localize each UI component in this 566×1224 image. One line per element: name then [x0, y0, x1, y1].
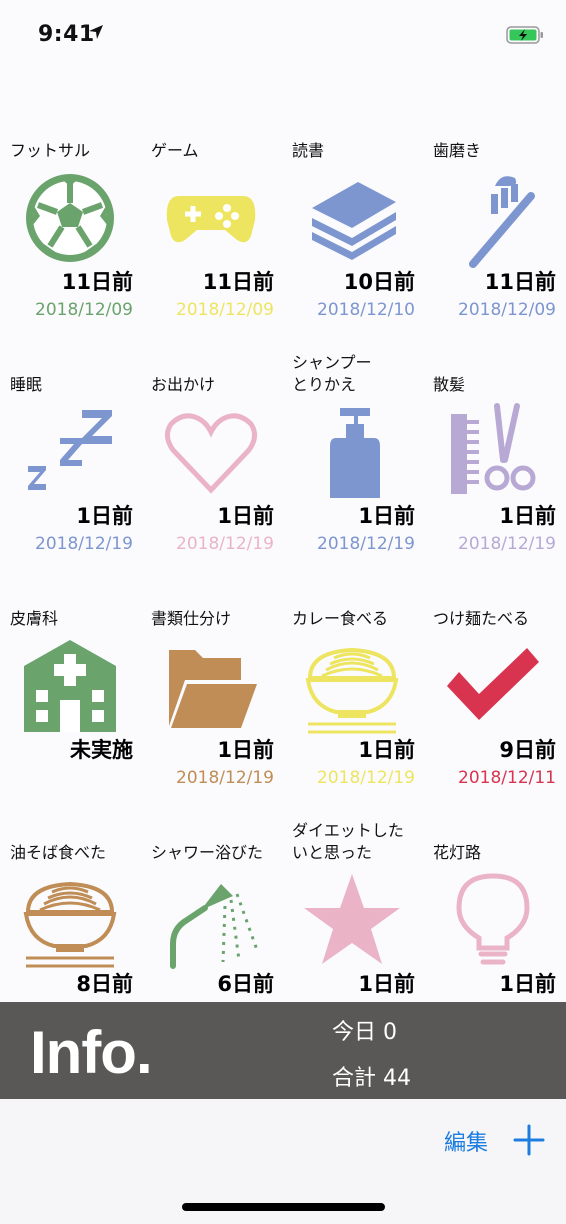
soccer-ball-icon: [20, 168, 120, 268]
activity-card[interactable]: ゲーム 11日前 2018/12/09: [141, 130, 282, 364]
status-bar: 9:41: [0, 0, 566, 70]
last-date: 2018/12/09: [458, 300, 556, 320]
days-since: 11日前: [61, 270, 133, 294]
last-date: 2018/12/19: [458, 534, 556, 554]
activity-card[interactable]: フットサル 11日前 2018/12/09: [0, 130, 141, 364]
today-count: 今日 0: [332, 1020, 397, 1045]
activity-title: 読書: [292, 141, 325, 160]
activity-title: 花灯路: [433, 843, 482, 862]
days-since: 1日前: [358, 972, 415, 996]
activity-title: 散髪: [433, 375, 466, 394]
days-since: 1日前: [499, 972, 556, 996]
activity-title: 皮膚科: [10, 609, 59, 628]
gamepad-icon: [161, 168, 261, 268]
noodle-bowl-icon: [20, 870, 120, 970]
star-icon: [302, 870, 402, 970]
info-title: Info.: [30, 1019, 153, 1086]
lightbulb-icon: [443, 870, 543, 970]
days-since: 11日前: [202, 270, 274, 294]
zzz-icon: [20, 402, 120, 502]
activity-card[interactable]: 皮膚科未実施: [0, 598, 141, 832]
activity-card[interactable]: お出かけ 1日前 2018/12/19: [141, 364, 282, 598]
days-since: 9日前: [499, 738, 556, 762]
activity-card[interactable]: シャンプー とりかえ 1日前 2018/12/19: [282, 353, 423, 598]
days-since: 1日前: [217, 504, 274, 528]
days-since: 10日前: [343, 270, 415, 294]
last-date: 2018/12/19: [176, 768, 274, 788]
activity-title: ダイエットした いと思った: [292, 821, 404, 862]
comb-scissors-icon: [443, 402, 543, 502]
books-icon: [302, 168, 402, 268]
days-since: 1日前: [217, 738, 274, 762]
activity-title: シャンプー とりかえ: [292, 353, 372, 394]
checkmark-icon: [443, 636, 543, 736]
toothbrush-icon: [443, 168, 543, 268]
shower-icon: [161, 870, 261, 970]
days-since: 11日前: [484, 270, 556, 294]
bottom-toolbar: 編集: [0, 1099, 566, 1224]
pump-bottle-icon: [302, 402, 402, 502]
last-date: 2018/12/10: [317, 300, 415, 320]
activity-card[interactable]: 歯磨き 11日前 2018/12/09: [423, 130, 564, 364]
activity-title: 睡眠: [10, 375, 43, 394]
last-date: 2018/12/19: [35, 534, 133, 554]
last-date: 2018/12/09: [176, 300, 274, 320]
days-since: 1日前: [499, 504, 556, 528]
activity-title: フットサル: [10, 141, 91, 160]
hospital-icon: [20, 636, 120, 736]
days-since: 6日前: [217, 972, 274, 996]
activity-card[interactable]: つけ麺たべる 9日前 2018/12/11: [423, 598, 564, 832]
activity-card[interactable]: 散髪 1日前 2018/12/19: [423, 364, 564, 598]
activity-title: シャワー浴びた: [151, 843, 264, 862]
activity-title: つけ麺たべる: [433, 609, 530, 628]
last-date: 2018/12/11: [458, 768, 556, 788]
noodle-bowl-icon: [302, 636, 402, 736]
activity-title: カレー食べる: [292, 609, 389, 628]
heart-icon: [161, 402, 261, 502]
folder-icon: [161, 636, 261, 736]
status-time: 9:41: [38, 22, 95, 47]
info-bar: Info. 今日 0 合計 44: [0, 1002, 566, 1099]
last-date: 2018/12/19: [317, 768, 415, 788]
activity-title: 油そば食べた: [10, 843, 107, 862]
days-since: 1日前: [358, 738, 415, 762]
days-since: 1日前: [358, 504, 415, 528]
days-since: 未実施: [70, 738, 133, 762]
home-indicator: [182, 1203, 385, 1211]
activity-title: 書類仕分け: [151, 609, 232, 628]
activity-card[interactable]: 書類仕分け 1日前 2018/12/19: [141, 598, 282, 832]
days-since: 1日前: [76, 504, 133, 528]
activity-title: ゲーム: [151, 141, 199, 160]
activity-card[interactable]: 読書 10日前 2018/12/10: [282, 130, 423, 364]
activity-title: 歯磨き: [433, 141, 482, 160]
last-date: 2018/12/19: [176, 534, 274, 554]
activity-title: お出かけ: [151, 375, 216, 394]
plus-icon[interactable]: [512, 1123, 546, 1157]
activity-card[interactable]: 睡眠 1日前 2018/12/19: [0, 364, 141, 598]
battery-charging-icon: [506, 26, 543, 44]
activity-card[interactable]: カレー食べる 1日前 2018/12/19: [282, 598, 423, 832]
total-count: 合計 44: [332, 1066, 411, 1091]
edit-button[interactable]: 編集: [444, 1125, 488, 1157]
last-date: 2018/12/09: [35, 300, 133, 320]
location-arrow-icon: [89, 25, 103, 39]
last-date: 2018/12/19: [317, 534, 415, 554]
days-since: 8日前: [76, 972, 133, 996]
